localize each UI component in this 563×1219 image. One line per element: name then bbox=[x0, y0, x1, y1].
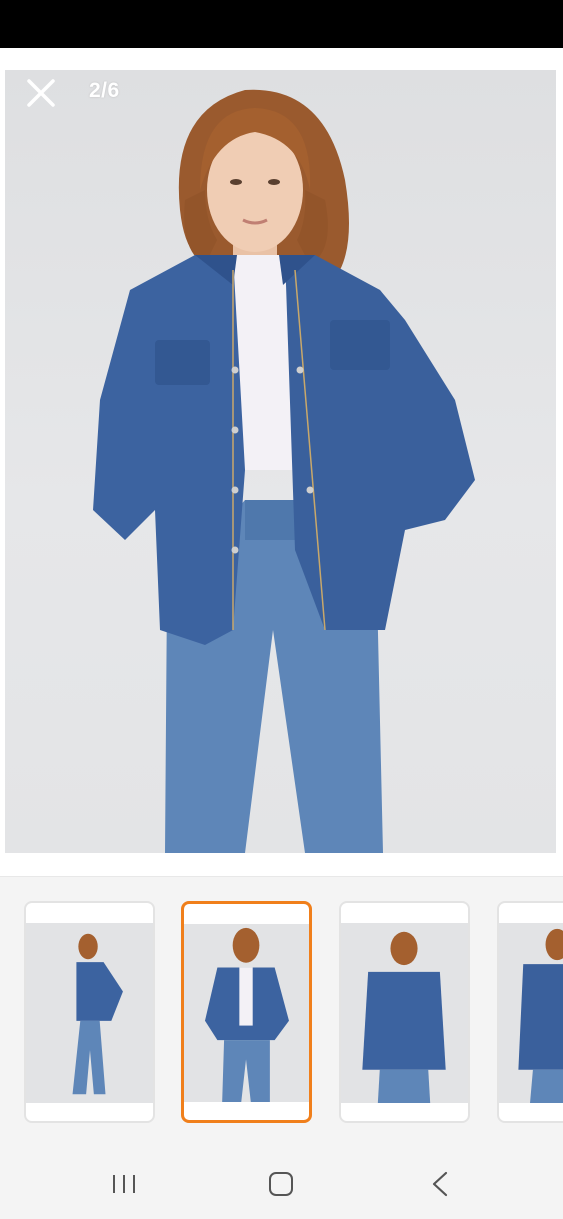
thumbnail-3[interactable] bbox=[339, 901, 470, 1123]
thumbnail-strip[interactable] bbox=[0, 877, 563, 1149]
back-button[interactable] bbox=[420, 1167, 460, 1201]
recents-button[interactable] bbox=[104, 1167, 144, 1201]
status-bar bbox=[0, 0, 563, 48]
thumbnail-2[interactable] bbox=[181, 901, 312, 1123]
close-icon bbox=[27, 79, 55, 107]
thumbnail-4[interactable] bbox=[497, 901, 563, 1123]
system-nav-bar bbox=[0, 1149, 563, 1219]
home-icon bbox=[269, 1172, 293, 1196]
thumbnail-image bbox=[341, 923, 468, 1103]
thumbnail-image bbox=[499, 923, 563, 1103]
thumbnail-image bbox=[184, 924, 309, 1102]
thumbnail-image bbox=[26, 923, 153, 1103]
image-viewer: 2/6 bbox=[0, 48, 563, 876]
recents-icon bbox=[113, 1175, 135, 1193]
product-photo[interactable] bbox=[5, 70, 556, 853]
model-illustration bbox=[93, 89, 475, 853]
close-button[interactable] bbox=[24, 76, 58, 110]
back-icon bbox=[432, 1171, 448, 1197]
thumbnail-1[interactable] bbox=[24, 901, 155, 1123]
home-button[interactable] bbox=[261, 1167, 301, 1201]
image-counter: 2/6 bbox=[89, 79, 120, 102]
